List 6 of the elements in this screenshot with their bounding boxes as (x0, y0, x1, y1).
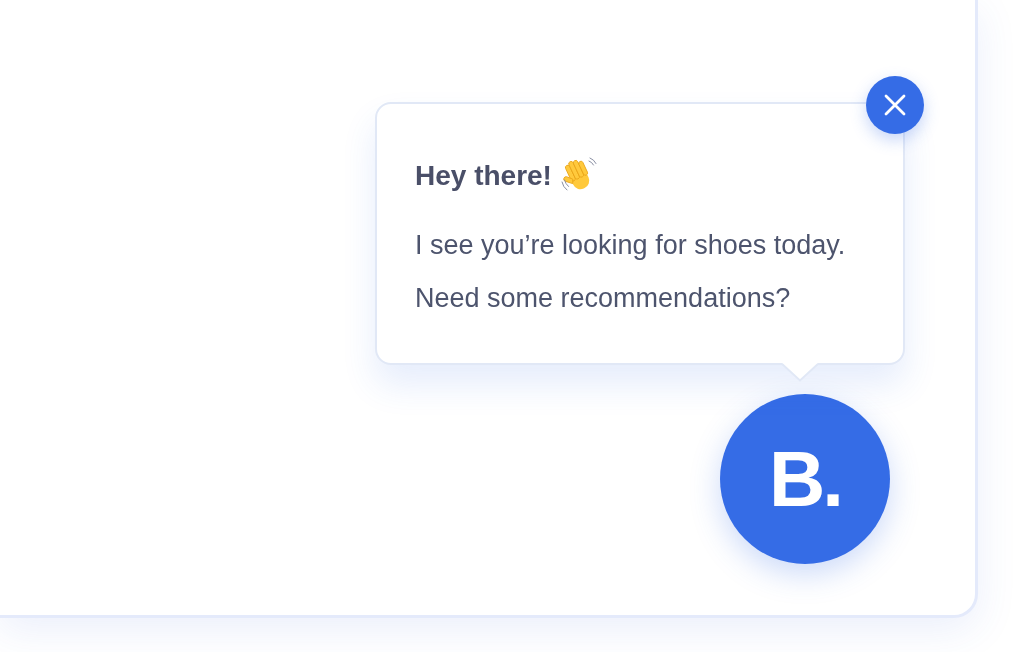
greeting-title: Hey there! (415, 159, 552, 193)
close-button[interactable] (866, 76, 924, 134)
close-icon (884, 94, 906, 116)
message-text: Need some recommendations? (415, 282, 792, 315)
message-text: I see you’re looking for shoes today. (415, 229, 847, 262)
chat-launcher-button[interactable]: B. (720, 394, 890, 564)
